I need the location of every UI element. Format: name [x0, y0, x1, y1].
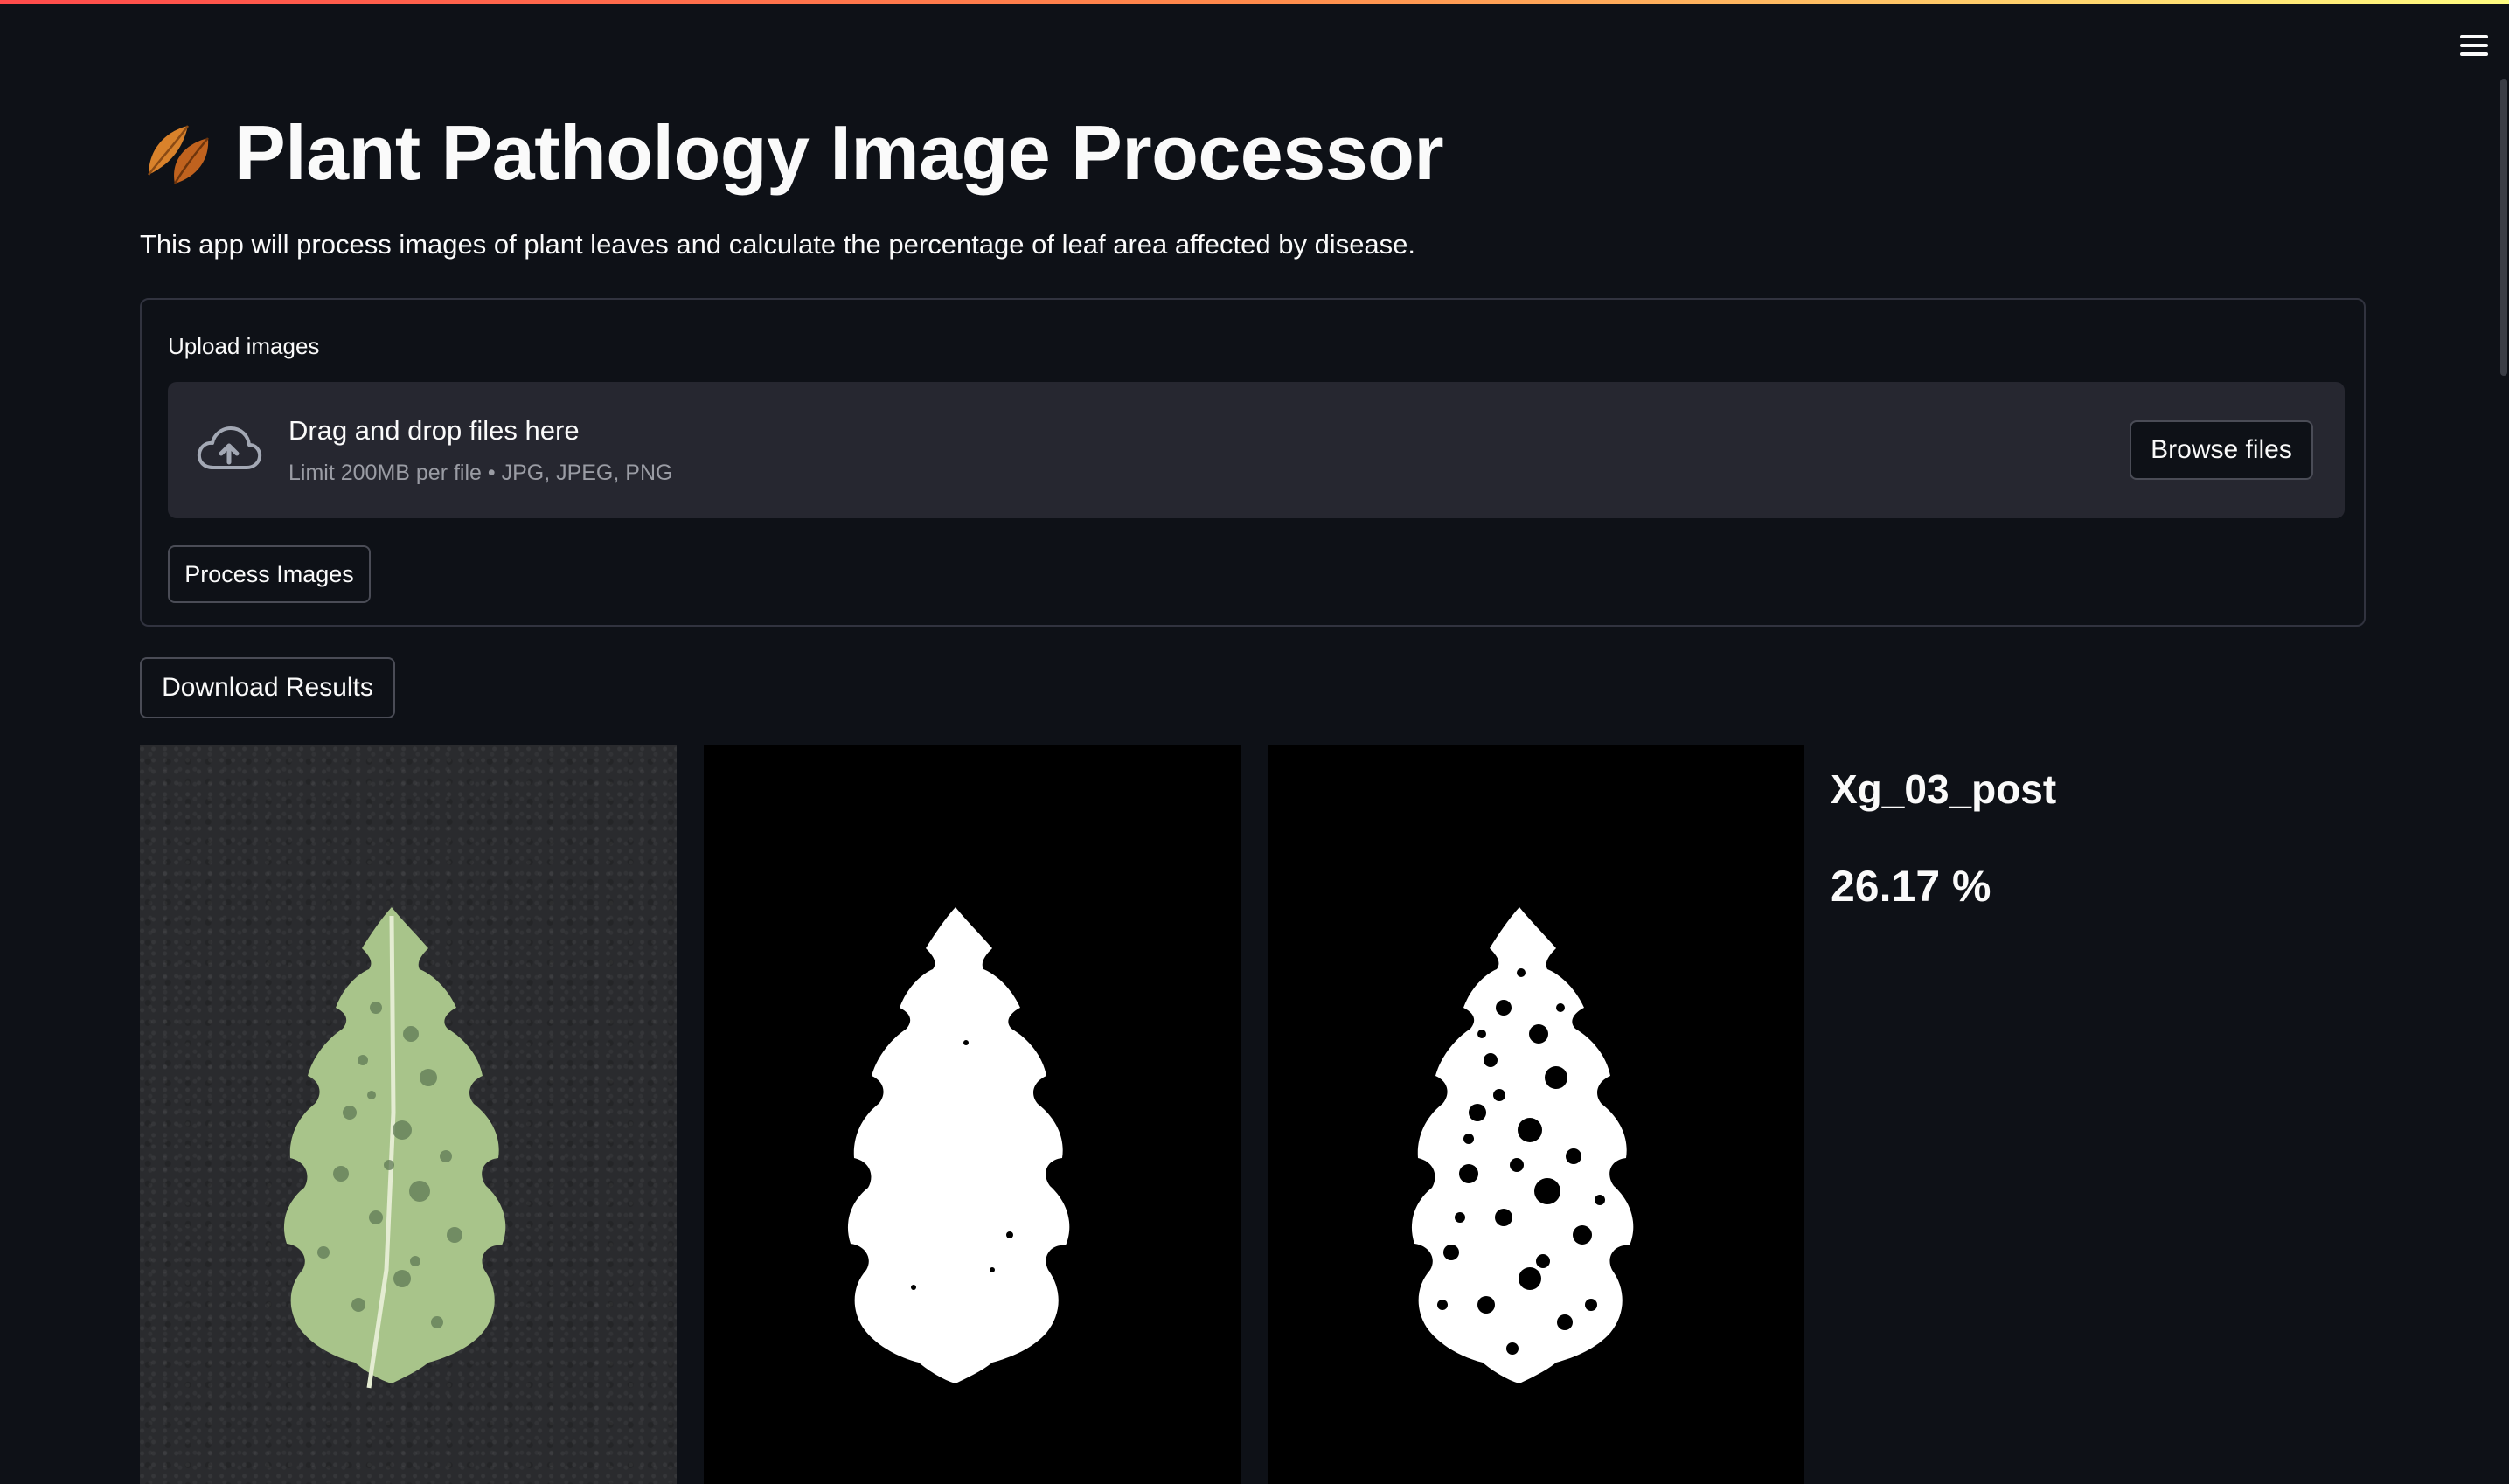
hamburger-menu-icon[interactable]	[2453, 28, 2495, 63]
file-dropzone[interactable]: Drag and drop files here Limit 200MB per…	[168, 382, 2345, 518]
scrollbar[interactable]	[2500, 79, 2507, 376]
download-results-button[interactable]: Download Results	[140, 657, 395, 718]
page-title: Plant Pathology Image Processor	[140, 105, 1444, 201]
fallen-leaf-icon	[148, 125, 209, 184]
result-image-name: Xg_03_post	[1831, 766, 2057, 812]
upload-label: Upload images	[168, 333, 320, 359]
dropzone-title: Drag and drop files here	[288, 415, 580, 446]
app-description: This app will process images of plant le…	[140, 229, 1416, 260]
page-title-text: Plant Pathology Image Processor	[234, 109, 1444, 196]
top-decoration-bar	[0, 0, 2509, 4]
process-images-button[interactable]: Process Images	[168, 545, 371, 603]
original-leaf-image	[140, 745, 677, 1484]
upload-form: Upload images Drag and drop files here L…	[140, 298, 2366, 627]
browse-files-button[interactable]: Browse files	[2130, 420, 2313, 480]
leaf-mask-image	[704, 745, 1241, 1484]
dropzone-limit: Limit 200MB per file • JPG, JPEG, PNG	[288, 461, 673, 485]
cloud-upload-icon	[197, 426, 262, 469]
disease-mask-image	[1268, 745, 1804, 1484]
result-percentage: 26.17 %	[1831, 862, 1991, 911]
